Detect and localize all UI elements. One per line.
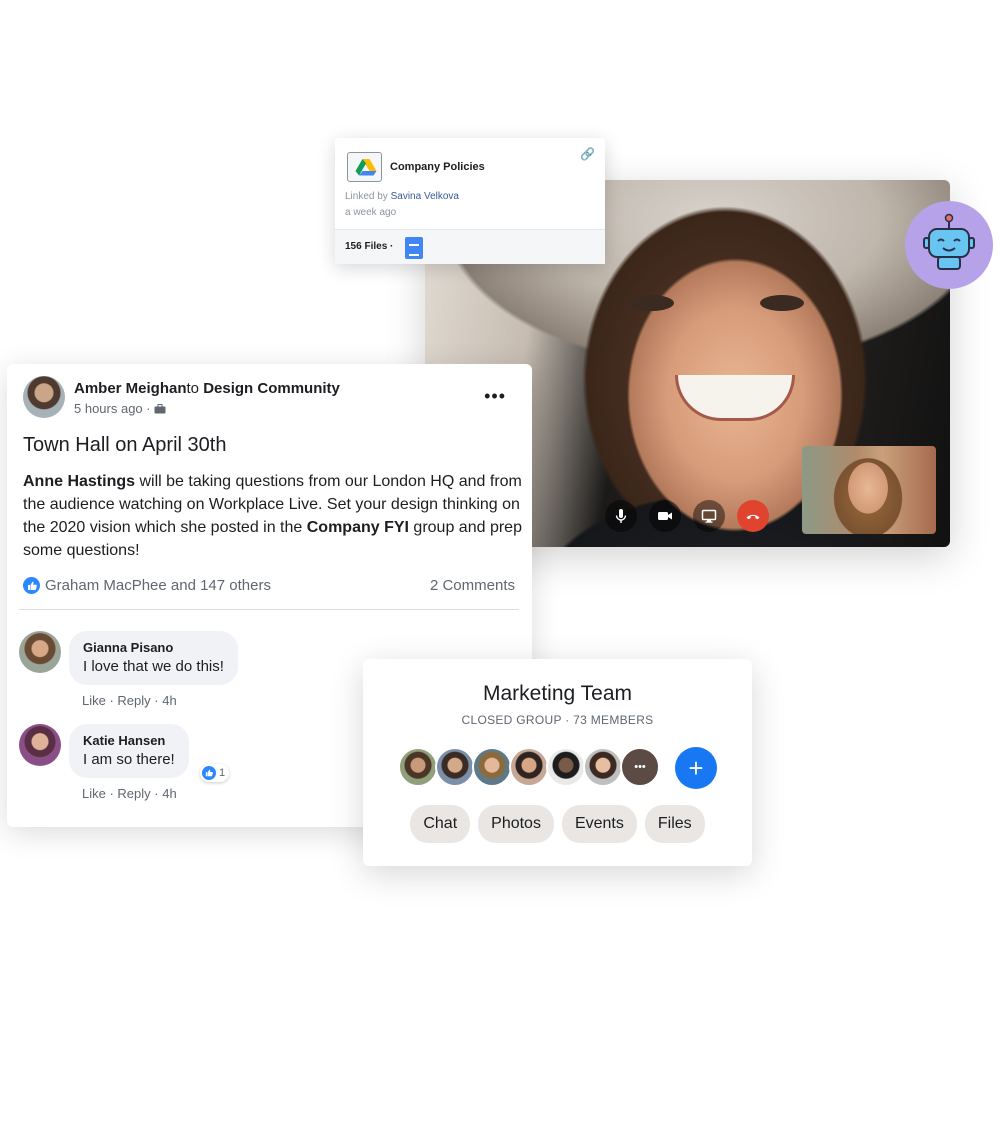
hang-up-icon <box>746 514 760 520</box>
call-controls <box>605 500 769 532</box>
thumbs-up-icon <box>23 577 40 594</box>
post-to: to <box>186 380 204 397</box>
commenter-avatar[interactable] <box>19 631 61 673</box>
google-drive-icon <box>355 159 377 176</box>
like-link[interactable]: Like <box>82 693 106 708</box>
comment-bubble: Katie Hansen I am so there! <box>69 724 189 778</box>
member-avatar[interactable] <box>583 747 623 787</box>
member-avatar[interactable] <box>509 747 549 787</box>
linked-by-text: Linked by Savina Velkova <box>345 191 459 202</box>
microphone-icon <box>615 509 627 523</box>
member-avatar[interactable] <box>435 747 475 787</box>
add-member-button[interactable]: + <box>675 747 717 789</box>
comments-count[interactable]: 2 Comments <box>430 577 515 594</box>
author-name[interactable]: Amber Meighan <box>74 380 187 397</box>
member-avatar[interactable] <box>398 747 438 787</box>
video-face-smile <box>675 375 795 421</box>
mention-anne-hastings[interactable]: Anne Hastings <box>23 473 135 490</box>
linked-time: a week ago <box>345 207 397 218</box>
post-timestamp[interactable]: 5 hours ago · <box>74 401 151 416</box>
reply-link[interactable]: Reply <box>117 786 150 801</box>
video-face-eye <box>760 295 804 311</box>
comment-reactions[interactable]: 1 <box>200 764 230 782</box>
shared-folder-card[interactable]: Company Policies 🔗 Linked by Savina Velk… <box>335 138 605 264</box>
author-avatar[interactable] <box>23 376 65 418</box>
group-subtitle: CLOSED GROUP · 73 MEMBERS <box>461 713 654 727</box>
member-avatar[interactable] <box>546 747 586 787</box>
commenter-avatar[interactable] <box>19 724 61 766</box>
tab-photos[interactable]: Photos <box>478 805 554 843</box>
end-call-button[interactable] <box>737 500 769 532</box>
bot-avatar[interactable] <box>905 201 993 289</box>
like-link[interactable]: Like <box>82 786 106 801</box>
comment-text: I love that we do this! <box>83 658 224 675</box>
self-view-video[interactable] <box>802 446 936 534</box>
reply-link[interactable]: Reply <box>117 693 150 708</box>
tab-chat[interactable]: Chat <box>410 805 471 843</box>
thumbs-up-icon <box>202 766 216 780</box>
link-icon[interactable]: 🔗 <box>580 147 595 161</box>
comment-time[interactable]: 4h <box>162 786 176 801</box>
comment-time[interactable]: 4h <box>162 693 176 708</box>
monitor-icon <box>701 509 717 523</box>
video-camera-icon <box>658 512 672 520</box>
post-title: Town Hall on April 30th <box>23 434 227 456</box>
commenter-name[interactable]: Katie Hansen <box>83 732 175 750</box>
divider <box>19 609 519 610</box>
video-face-eye <box>630 295 674 311</box>
google-docs-icon <box>405 237 423 259</box>
linked-by-user[interactable]: Savina Velkova <box>391 191 459 202</box>
comment-actions: Like · Reply · 4h <box>82 693 177 708</box>
comment-bubble: Gianna Pisano I love that we do this! <box>69 631 238 685</box>
folder-icon <box>347 152 382 182</box>
comment-actions: Like · Reply · 4h <box>82 786 177 801</box>
comment-text: I am so there! <box>83 751 175 768</box>
linked-by-prefix: Linked by <box>345 191 391 202</box>
group-name[interactable]: Design Community <box>203 380 340 397</box>
group-tabs: Chat Photos Events Files <box>363 805 752 843</box>
group-card: Marketing Team CLOSED GROUP · 73 MEMBERS… <box>363 659 752 866</box>
folder-footer: 156 Files · <box>335 229 605 264</box>
robot-icon <box>923 213 975 270</box>
more-members-dots: ••• <box>634 761 646 773</box>
post-time: 5 hours ago · <box>74 401 166 416</box>
reaction-count: 1 <box>219 767 226 779</box>
reactions-summary[interactable]: Graham MacPhee and 147 others <box>23 577 271 594</box>
post-header: Amber Meighanto Design Community <box>74 380 340 397</box>
commenter-name[interactable]: Gianna Pisano <box>83 639 224 657</box>
briefcase-icon <box>154 404 166 414</box>
member-avatar[interactable] <box>472 747 512 787</box>
camera-button[interactable] <box>649 500 681 532</box>
screen-share-button[interactable] <box>693 500 725 532</box>
reactions-text: Graham MacPhee and 147 others <box>45 577 271 594</box>
tab-files[interactable]: Files <box>644 805 705 843</box>
more-members[interactable]: ••• <box>620 747 660 787</box>
group-title[interactable]: Marketing Team <box>363 682 752 706</box>
microphone-button[interactable] <box>605 500 637 532</box>
more-options-button[interactable]: ••• <box>484 386 506 407</box>
mention-company-fyi[interactable]: Company FYI <box>307 519 409 536</box>
tab-events[interactable]: Events <box>561 805 637 843</box>
member-avatars: ••• <box>398 747 660 787</box>
folder-title[interactable]: Company Policies <box>390 161 485 173</box>
file-count: 156 Files · <box>345 241 394 252</box>
post-body: Anne Hastings will be taking questions f… <box>23 470 523 562</box>
